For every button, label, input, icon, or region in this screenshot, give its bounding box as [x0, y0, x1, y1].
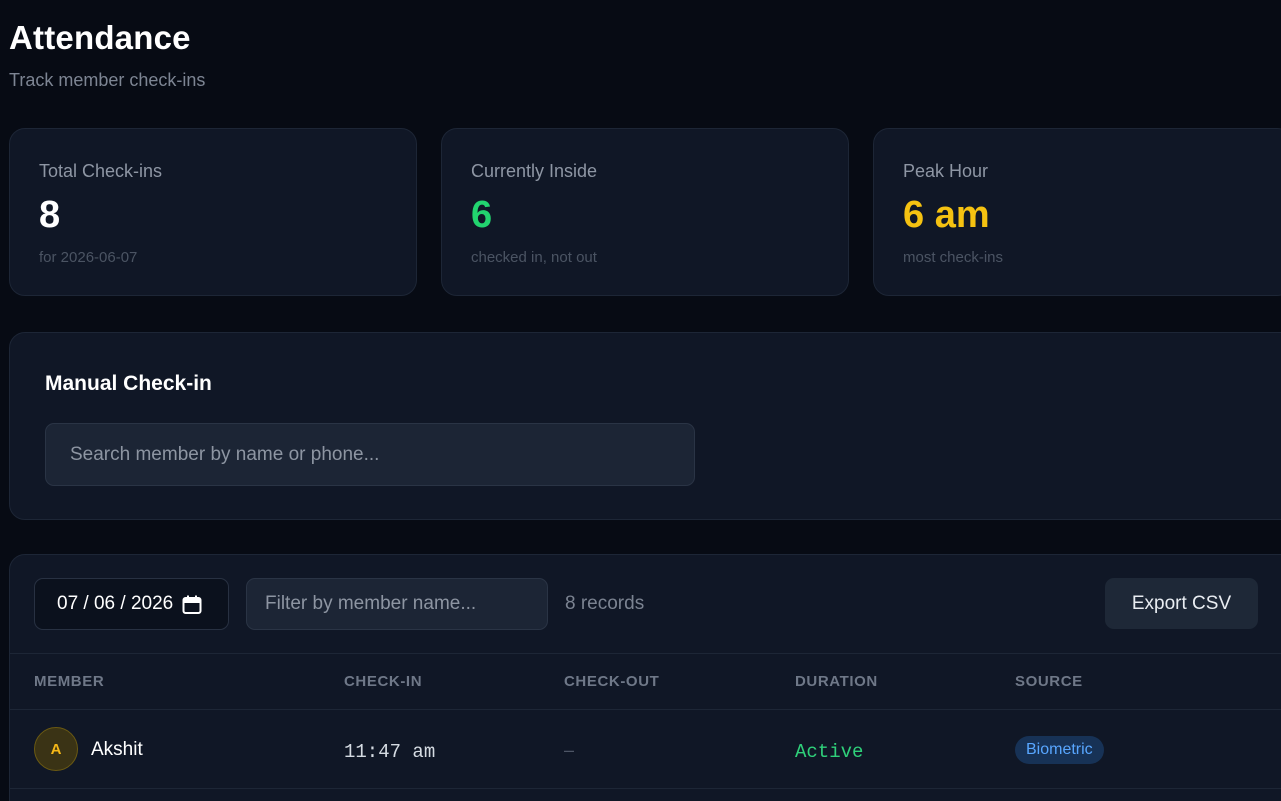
stat-label: Peak Hour	[903, 161, 989, 181]
table-row[interactable]: A Akshit 11:47 am – Active Biometric	[10, 710, 1281, 789]
stat-card-currently-inside: Currently Inside 6 checked in, not out	[441, 128, 849, 296]
page-title: Attendance	[9, 19, 191, 56]
stat-card-peak-hour: Peak Hour 6 am most check-ins	[873, 128, 1281, 296]
member-name: Akshit	[91, 739, 143, 760]
export-csv-button[interactable]: Export CSV	[1105, 578, 1258, 629]
date-picker[interactable]: 07 / 06 / 2026	[34, 578, 229, 630]
duration-status: Active	[795, 741, 864, 763]
page-subtitle: Track member check-ins	[9, 70, 206, 90]
manual-checkin-panel: Manual Check-in	[9, 332, 1281, 520]
stat-value: 8	[39, 194, 61, 236]
record-count: 8 records	[565, 593, 645, 614]
column-header-member[interactable]: MEMBER	[34, 673, 104, 690]
attendance-records-panel: 07 / 06 / 2026 8 records Export CSV MEMB…	[9, 554, 1281, 801]
column-header-source[interactable]: SOURCE	[1015, 673, 1083, 690]
stat-label: Currently Inside	[471, 161, 598, 181]
member-search-input[interactable]	[45, 423, 695, 486]
stat-label: Total Check-ins	[39, 161, 163, 181]
date-value: 07 / 06 / 2026	[57, 593, 174, 614]
stat-card-total-checkins: Total Check-ins 8 for 2026-06-07	[9, 128, 417, 296]
member-filter-input[interactable]	[246, 578, 548, 630]
avatar: A	[34, 727, 78, 771]
stat-value: 6 am	[903, 194, 990, 236]
table-header: MEMBER CHECK-IN CHECK-OUT DURATION SOURC…	[10, 653, 1281, 710]
stat-value: 6	[471, 194, 493, 236]
manual-checkin-heading: Manual Check-in	[45, 372, 212, 395]
check-in-time: 11:47 am	[344, 741, 436, 763]
column-header-check-in[interactable]: CHECK-IN	[344, 673, 422, 690]
column-header-duration[interactable]: DURATION	[795, 673, 878, 690]
calendar-icon[interactable]	[182, 595, 202, 614]
stat-note: most check-ins	[903, 249, 1004, 266]
attendance-page: Attendance Track member check-ins Total …	[0, 0, 1281, 801]
source-badge: Biometric	[1015, 736, 1104, 764]
check-out-time: –	[564, 740, 575, 760]
stat-note: checked in, not out	[471, 249, 597, 266]
column-header-check-out[interactable]: CHECK-OUT	[564, 673, 659, 690]
stat-note: for 2026-06-07	[39, 249, 138, 266]
